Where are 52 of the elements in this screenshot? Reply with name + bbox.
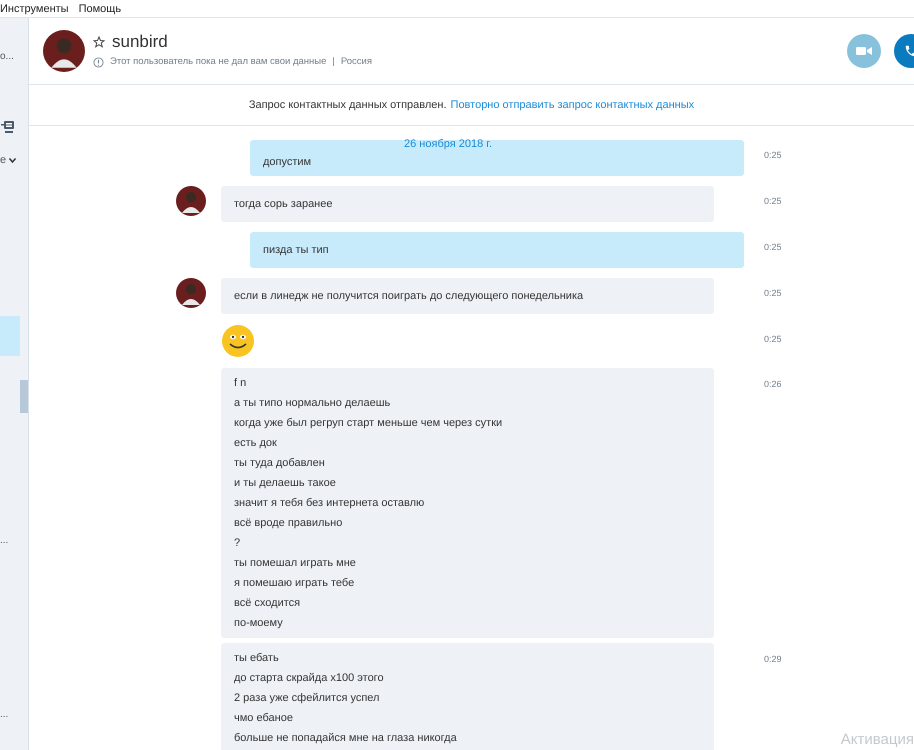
sidebar-dropdown[interactable]: е <box>0 154 28 166</box>
message-text: ? <box>234 536 242 551</box>
video-camera-icon <box>856 46 872 56</box>
message-time: 0:25 <box>764 149 782 162</box>
phone-icon <box>904 44 914 58</box>
message-text: чмо ебаное <box>234 711 294 726</box>
notice-text: Запрос контактных данных отправлен. <box>248 98 447 113</box>
contact-status: Этот пользователь пока не дал вам свои данные <box>110 55 326 70</box>
menu-item[interactable]: Инструменты <box>0 2 69 14</box>
sidebar-item[interactable]: ... <box>0 709 28 721</box>
message-time: 0:26 <box>764 378 782 391</box>
smiley-icon <box>221 324 255 358</box>
resend-request-link[interactable]: Повторно отправить запрос контактных данных <box>450 96 694 114</box>
message-text: f n <box>234 376 248 391</box>
message-time: 0:25 <box>764 241 782 254</box>
message-text: и ты делаешь такое <box>234 476 337 491</box>
message-text: 2 раза уже сфейлится успел <box>234 691 380 706</box>
message-text: а ты типо нормально делаешь <box>234 396 392 411</box>
message-text: есть док <box>234 436 278 451</box>
message-text: по-моему <box>234 616 284 631</box>
scrollbar-thumb[interactable] <box>20 380 28 413</box>
message-time: 0:25 <box>764 195 782 208</box>
message-text: всё вроде правильно <box>234 516 344 531</box>
message-time: 0:25 <box>764 333 782 346</box>
star-icon[interactable] <box>93 36 105 48</box>
chevron-down-icon <box>9 158 16 162</box>
sidebar-item[interactable]: ... <box>0 535 28 547</box>
contact-country: Россия <box>340 55 372 70</box>
message-text: ты помешал играть мне <box>234 556 357 571</box>
message-text: тогда сорь заранее <box>234 197 334 212</box>
message-text: ты ебать <box>234 651 280 666</box>
message-text: всё сходится <box>234 596 302 611</box>
message-time: 0:25 <box>764 287 782 300</box>
message-text: до старта скрайда х100 этого <box>234 671 385 686</box>
message-time: 0:29 <box>764 653 782 666</box>
message-text: значит я тебя без интернета оставлю <box>234 496 426 511</box>
info-icon <box>93 57 104 68</box>
activation-notice: Активация <box>840 730 914 750</box>
message-text: допустим <box>263 155 312 170</box>
separator: | <box>332 55 335 70</box>
message-text: пизда ты тип <box>263 243 330 258</box>
menu-item[interactable]: Помощь <box>78 2 122 14</box>
contacts-icon[interactable] <box>1 120 15 134</box>
message-text: ты туда добавлен <box>234 456 326 471</box>
date-label: 26 ноября 2018 г. <box>404 138 492 151</box>
sidebar-item[interactable]: о... <box>0 51 28 63</box>
avatar <box>43 30 85 72</box>
message-text: когда уже был регруп старт меньше чем через сутки <box>234 416 504 431</box>
message-text: я помешаю играть тебе <box>234 576 356 591</box>
message-text: больше не попадайся мне на глаза никогда <box>234 731 458 746</box>
contact-name: sunbird <box>112 32 168 52</box>
message-text: если в линедж не получится поиграть до следующего понедельника <box>234 289 584 304</box>
